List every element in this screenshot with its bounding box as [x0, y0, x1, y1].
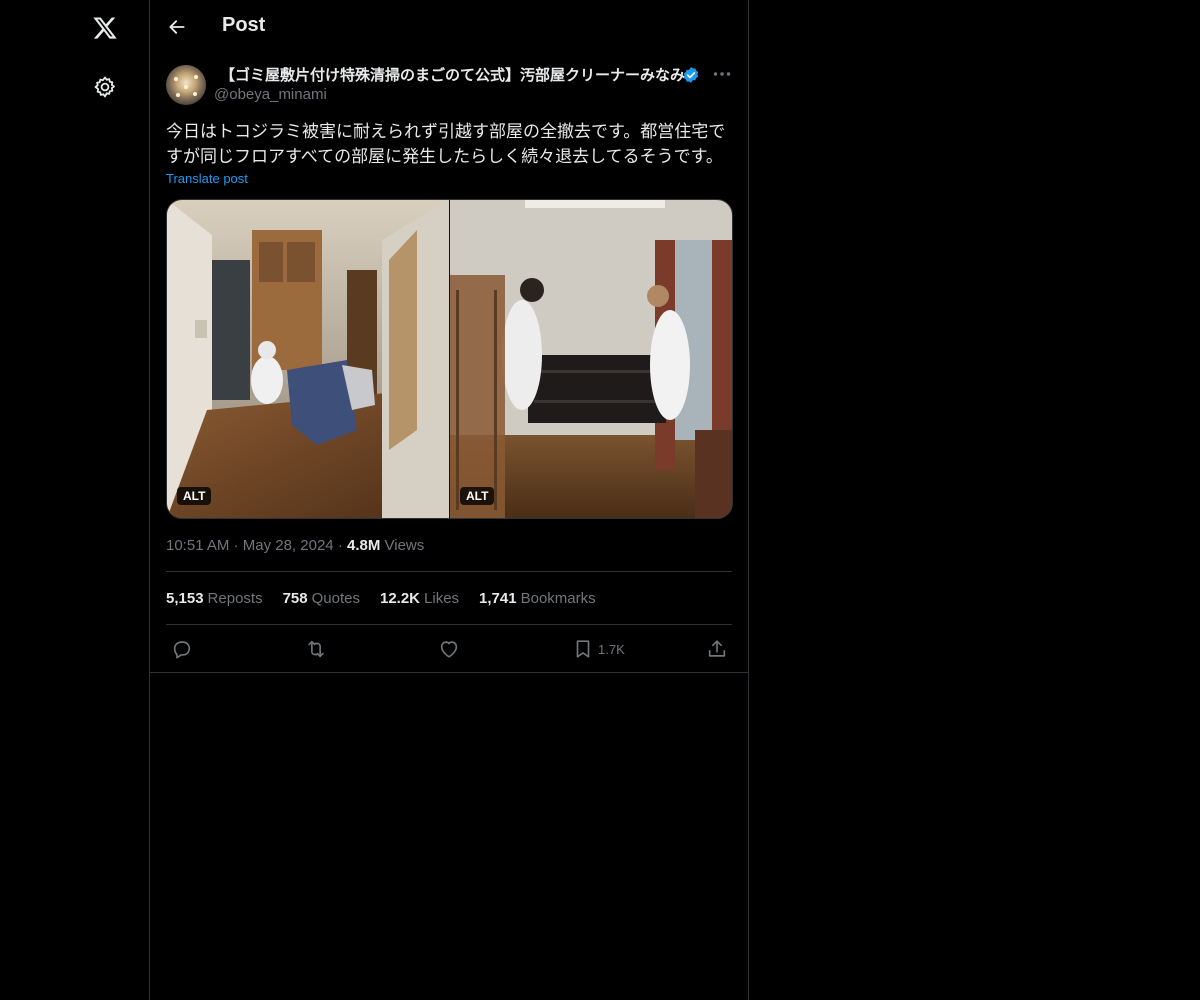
divider [150, 672, 748, 673]
post-metadata: 10:51 AM · May 28, 2024 · 4.8M Views [166, 537, 424, 554]
gear-icon[interactable] [92, 74, 118, 100]
stat-count: 12.2K [379, 590, 421, 607]
author-handle[interactable]: @obeya_minami [214, 86, 327, 103]
stat-quotes[interactable]: 758 Quotes [283, 590, 360, 607]
more-options-icon[interactable] [712, 64, 732, 84]
share-icon [708, 640, 726, 657]
post-detail-column: Post 【ゴミ屋敷片付け特殊清掃のまごのて公式】汚部屋クリーナーみなみ @ob… [150, 0, 749, 1000]
heart-icon [440, 641, 458, 658]
post-photo-1[interactable]: ALT [167, 200, 449, 518]
reply-button[interactable] [171, 636, 193, 662]
author-display-name[interactable]: 【ゴミ屋敷片付け特殊清掃のまごのて公式】汚部屋クリーナーみなみ [220, 64, 685, 85]
divider [166, 571, 732, 572]
bookmark-icon [576, 640, 590, 658]
views-label: Views [384, 537, 425, 554]
post-time[interactable]: 10:51 AM [166, 537, 229, 554]
repost-icon [308, 640, 324, 658]
stat-bookmarks[interactable]: 1,741 Bookmarks [479, 590, 596, 607]
separator-dot: · [337, 537, 343, 554]
translate-post-link[interactable]: Translate post [166, 171, 248, 186]
separator-dot: · [233, 537, 239, 554]
stat-reposts[interactable]: 5,153 Reposts [166, 590, 263, 607]
stat-count: 5,153 [166, 590, 204, 607]
stat-count: 1,741 [479, 590, 517, 607]
post-photo-2[interactable]: ALT [450, 200, 732, 518]
repost-button[interactable] [304, 636, 328, 662]
x-logo-icon[interactable] [90, 13, 120, 43]
post-date[interactable]: May 28, 2024 [243, 537, 334, 554]
bookmark-button[interactable]: 1.7K [572, 636, 625, 662]
post-media-grid: ALT ALT [166, 199, 733, 519]
sidebar [0, 0, 150, 1000]
stat-likes[interactable]: 12.2K Likes [380, 590, 459, 607]
stat-label: Reposts [207, 590, 263, 607]
page-title: Post [222, 14, 266, 36]
share-button[interactable] [706, 636, 728, 662]
post-actions-bar: 1.7K [150, 636, 748, 662]
post-stats: 5,153 Reposts 758 Quotes 12.2K Likes 1,741 B… [166, 590, 596, 607]
views-count: 4.8M [346, 537, 381, 554]
avatar[interactable] [166, 65, 206, 105]
divider [166, 624, 732, 625]
stat-count: 758 [282, 590, 308, 607]
arrow-left-icon[interactable] [164, 14, 190, 40]
verified-badge-icon [683, 67, 699, 83]
like-button[interactable] [438, 636, 460, 662]
stat-label: Bookmarks [520, 590, 596, 607]
page-header: Post [150, 0, 748, 53]
bookmark-count: 1.7K [598, 641, 625, 657]
stat-label: Quotes [311, 590, 360, 607]
stat-label: Likes [424, 590, 460, 607]
post-text: 今日はトコジラミ被害に耐えられず引越す部屋の全撤去です。都営住宅ですが同じフロア… [166, 122, 726, 166]
alt-badge[interactable]: ALT [177, 487, 212, 505]
reply-icon [173, 641, 191, 659]
alt-badge[interactable]: ALT [460, 487, 495, 505]
